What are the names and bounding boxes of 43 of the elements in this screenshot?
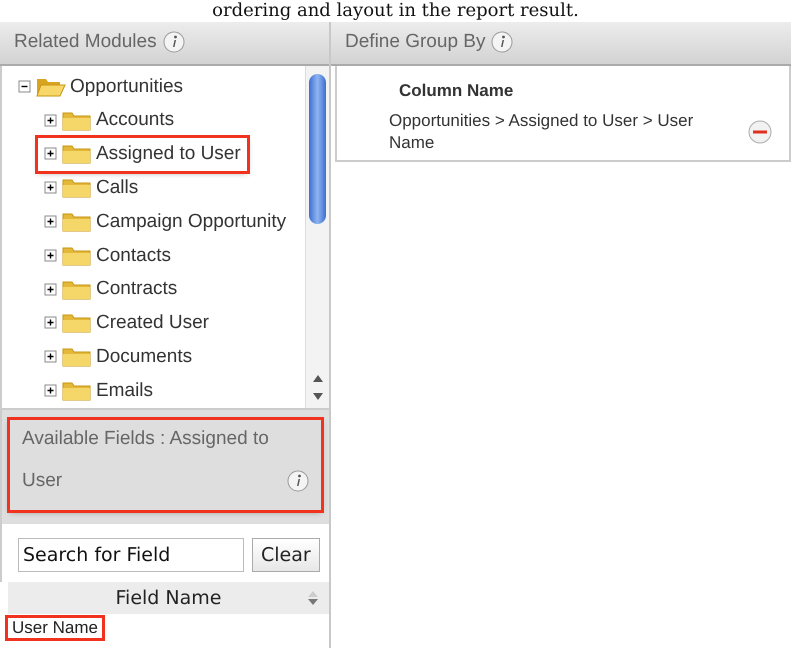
folder-icon — [62, 110, 92, 132]
tree-item[interactable]: Opportunities — [12, 70, 190, 104]
expand-icon[interactable] — [44, 147, 58, 162]
tree-item[interactable]: Campaign Opportunity — [38, 205, 292, 239]
tree-item[interactable]: Documents — [38, 340, 198, 374]
tree-item[interactable]: Created User — [38, 306, 215, 340]
folder-icon — [62, 244, 92, 267]
panel-title: Related Modules — [14, 30, 157, 54]
tree-item[interactable]: Emails — [38, 374, 160, 408]
expand-icon[interactable] — [44, 215, 58, 230]
panel-title: Define Group By — [345, 30, 486, 54]
panel-title: Available Fields : Assigned to User — [22, 427, 270, 493]
caption-text: ordering and layout in the report result. — [211, 0, 580, 22]
tree-item[interactable]: Assigned to User — [38, 138, 247, 172]
search-field[interactable]: Search for Field — [18, 538, 244, 572]
folder-icon — [62, 278, 92, 301]
expand-icon[interactable] — [44, 248, 58, 263]
expand-icon[interactable] — [44, 384, 58, 398]
collapse-icon[interactable] — [18, 80, 32, 94]
expand-icon[interactable] — [44, 350, 58, 364]
folder-icon — [62, 177, 92, 200]
sort-icon[interactable] — [307, 590, 319, 606]
expand-icon[interactable] — [44, 282, 58, 297]
table-cell-text: Opportunities > Assigned to User > User Name — [389, 110, 694, 154]
folder-icon — [62, 143, 92, 166]
column-header: Column Name — [398, 80, 514, 102]
tree-item[interactable]: Calls — [38, 171, 144, 206]
tree-item[interactable]: Contracts — [38, 272, 184, 307]
tree-item[interactable]: Accounts — [38, 104, 180, 138]
scrollbar[interactable] — [305, 66, 329, 408]
field-row[interactable]: User Name — [8, 618, 102, 638]
column-header[interactable]: Field Name — [8, 582, 329, 614]
expand-icon[interactable] — [44, 114, 58, 128]
folder-icon — [62, 380, 92, 402]
folder-icon — [62, 312, 92, 334]
clear-button[interactable]: Clear — [252, 538, 320, 572]
expand-icon[interactable] — [44, 316, 58, 330]
expand-icon[interactable] — [44, 181, 58, 196]
scroll-thumb[interactable] — [309, 74, 326, 224]
remove-icon[interactable] — [748, 120, 772, 144]
folder-icon — [62, 211, 92, 234]
tree-item[interactable]: Contacts — [38, 238, 177, 273]
folder-icon — [62, 346, 92, 368]
